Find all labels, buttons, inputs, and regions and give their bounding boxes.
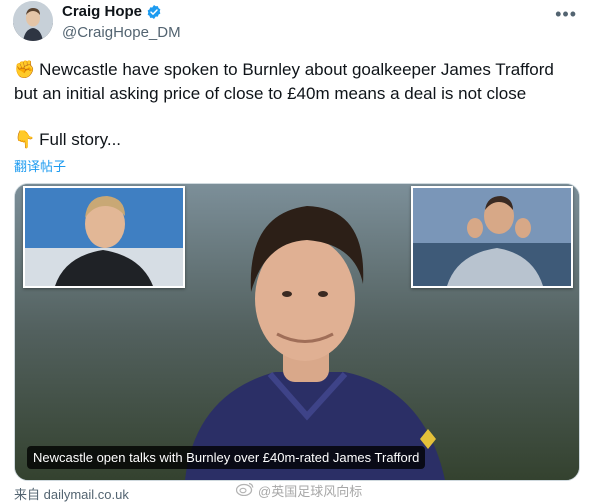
card-source[interactable]: 来自 dailymail.co.uk <box>14 484 129 503</box>
weibo-watermark: @英国足球风向标 <box>235 481 363 500</box>
card-thumbnail-right <box>411 186 573 288</box>
tweet-text: ✊ Newcastle have spoken to Burnley about … <box>14 58 574 106</box>
author-handle[interactable]: @CraigHope_DM <box>62 24 181 41</box>
card-thumbnail-left <box>23 186 185 288</box>
tweet-text-line1: Newcastle have spoken to Burnley about g… <box>39 60 554 79</box>
author-avatar[interactable] <box>13 1 53 41</box>
pointing-down-emoji-icon: 👇 <box>14 130 36 149</box>
card-caption: Newcastle open talks with Burnley over £… <box>27 446 426 469</box>
tweet-text-line2: but an initial asking price of close to … <box>14 84 527 103</box>
author-name[interactable]: Craig Hope <box>62 3 142 20</box>
link-card[interactable]: Newcastle open talks with Burnley over £… <box>14 183 580 481</box>
full-story-line: 👇 Full story... <box>14 130 121 150</box>
avatar-image <box>13 1 53 41</box>
verified-badge-icon <box>147 4 161 19</box>
weibo-logo-icon <box>235 482 254 499</box>
more-options-icon[interactable]: ••• <box>555 4 577 25</box>
watermark-text: @英国足球风向标 <box>258 484 363 499</box>
author-name-row: Craig Hope <box>62 3 162 20</box>
fist-emoji-icon: ✊ <box>14 60 36 79</box>
translate-post-link[interactable]: 翻译帖子 <box>14 156 66 175</box>
full-story-text: Full story... <box>39 130 122 149</box>
